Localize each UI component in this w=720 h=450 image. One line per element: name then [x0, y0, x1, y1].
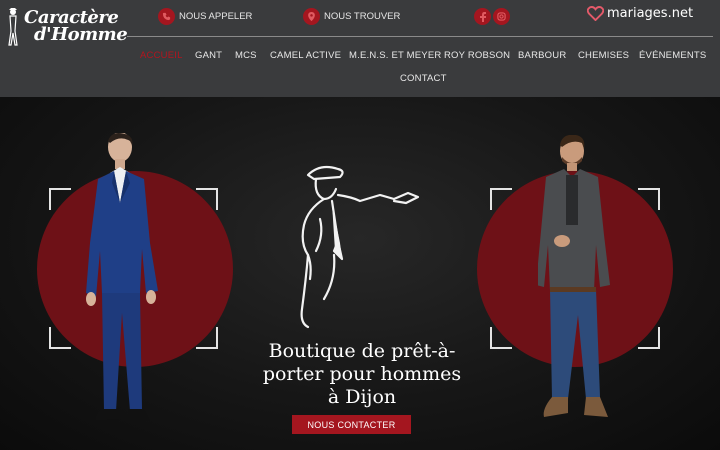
nav-item-mcs[interactable]: MCS — [235, 50, 257, 62]
nav-divider — [127, 36, 713, 37]
find-label: NOUS TROUVER — [324, 11, 401, 22]
location-pin-icon — [303, 8, 320, 25]
nav-item-gant[interactable]: GANT — [195, 50, 222, 62]
hero-title: Boutique de prêt-à-porter pour hommes à … — [262, 340, 462, 408]
facebook-icon[interactable] — [474, 8, 491, 25]
heart-icon — [587, 6, 604, 21]
hero-section: Boutique de prêt-à-porter pour hommes à … — [0, 97, 720, 450]
nav-item-camel-active[interactable]: CAMEL ACTIVE — [270, 50, 341, 62]
nav-item-contact[interactable]: CONTACT — [400, 73, 447, 85]
left-frame-corner-br — [196, 327, 218, 349]
model-casual-image — [538, 135, 610, 417]
model-suit-image — [86, 133, 158, 421]
social-links — [474, 8, 510, 25]
logo-text: Caractère d'Homme — [24, 9, 128, 45]
contact-cta-button[interactable]: NOUS CONTACTER — [292, 415, 411, 434]
phone-icon — [158, 8, 175, 25]
nav-item-chemises[interactable]: CHEMISES — [578, 50, 629, 62]
partner-logo-text: mariages.net — [607, 6, 694, 21]
nav-item-evenements[interactable]: ÉVÉNEMENTS — [639, 50, 706, 62]
partner-logo[interactable]: mariages.net — [587, 6, 693, 21]
right-frame-corner-bl — [490, 327, 512, 349]
logo-figure-icon — [8, 8, 18, 46]
call-label: NOUS APPELER — [179, 11, 253, 22]
nav-item-accueil[interactable]: ACCUEIL — [140, 50, 183, 62]
dandy-illustration-icon — [300, 165, 420, 329]
left-frame-corner-tr — [196, 188, 218, 210]
right-frame-corner-br — [638, 327, 660, 349]
instagram-icon[interactable] — [493, 8, 510, 25]
nav-item-mens-et-meyer[interactable]: M.E.N.S. ET MEYER — [349, 50, 441, 62]
site-logo[interactable]: Caractère d'Homme — [6, 5, 128, 46]
call-link[interactable]: NOUS APPELER — [158, 8, 252, 25]
left-frame-corner-bl — [49, 327, 71, 349]
right-frame-corner-tr — [638, 188, 660, 210]
nav-item-roy-robson[interactable]: ROY ROBSON — [444, 50, 510, 62]
find-link[interactable]: NOUS TROUVER — [303, 8, 400, 25]
left-frame-corner-tl — [49, 188, 71, 210]
logo-line-2: d'Homme — [34, 24, 128, 45]
nav-item-barbour[interactable]: BARBOUR — [518, 50, 566, 62]
site-header: Caractère d'Homme NOUS APPELER NOUS TROU… — [0, 0, 720, 97]
right-frame-corner-tl — [490, 188, 512, 210]
